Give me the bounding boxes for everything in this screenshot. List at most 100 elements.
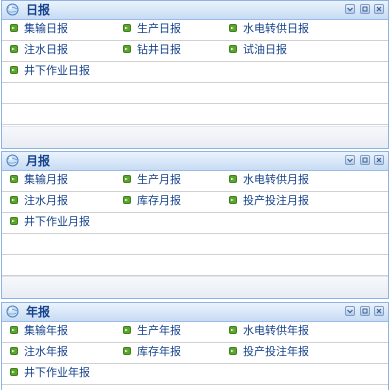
link-row: 注水月报 库存月报 投产投注月报 bbox=[2, 192, 388, 213]
empty-row bbox=[2, 104, 388, 125]
link-commissioning-monthly[interactable]: 投产投注月报 bbox=[229, 192, 309, 212]
green-arrow-bullet-icon bbox=[10, 217, 18, 225]
green-arrow-bullet-icon bbox=[10, 175, 18, 183]
link-jishu-annual[interactable]: 集输年报 bbox=[10, 322, 68, 342]
link-downhole-work-daily[interactable]: 井下作业日报 bbox=[10, 62, 90, 82]
link-label: 水电转供年报 bbox=[243, 324, 309, 337]
link-production-annual[interactable]: 生产年报 bbox=[123, 322, 181, 342]
green-arrow-bullet-icon bbox=[10, 196, 18, 204]
green-arrow-bullet-icon bbox=[10, 368, 18, 376]
close-icon[interactable] bbox=[374, 306, 384, 316]
green-arrow-bullet-icon bbox=[229, 24, 237, 32]
link-oil-test-daily[interactable]: 试油日报 bbox=[229, 41, 287, 61]
link-water-injection-monthly[interactable]: 注水月报 bbox=[10, 192, 68, 212]
green-arrow-bullet-icon bbox=[229, 175, 237, 183]
panel-tools bbox=[344, 4, 384, 15]
green-arrow-bullet-icon bbox=[229, 347, 237, 355]
link-water-injection-annual[interactable]: 注水年报 bbox=[10, 343, 68, 363]
globe-icon bbox=[6, 154, 19, 167]
green-arrow-bullet-icon bbox=[10, 326, 18, 334]
link-label: 投产投注年报 bbox=[243, 345, 309, 358]
link-inventory-monthly[interactable]: 库存月报 bbox=[123, 192, 181, 212]
link-label: 库存年报 bbox=[137, 345, 181, 358]
green-arrow-bullet-icon bbox=[10, 45, 18, 53]
empty-row bbox=[2, 83, 388, 104]
link-commissioning-annual[interactable]: 投产投注年报 bbox=[229, 343, 309, 363]
annual-report-panel: 年报 集输年报 生产年报 水电转供年报 注水年报 库存年报 投产投注年报 井下作… bbox=[1, 302, 389, 390]
panel-title: 年报 bbox=[26, 305, 51, 319]
green-arrow-bullet-icon bbox=[10, 347, 18, 355]
link-production-daily[interactable]: 生产日报 bbox=[123, 20, 181, 40]
link-label: 试油日报 bbox=[243, 43, 287, 56]
panel-title: 月报 bbox=[26, 154, 51, 168]
link-label: 库存月报 bbox=[137, 194, 181, 207]
link-inventory-annual[interactable]: 库存年报 bbox=[123, 343, 181, 363]
green-arrow-bullet-icon bbox=[123, 45, 131, 53]
link-label: 生产日报 bbox=[137, 22, 181, 35]
link-label: 集输日报 bbox=[24, 22, 68, 35]
link-row: 注水年报 库存年报 投产投注年报 bbox=[2, 343, 388, 364]
chevron-down-icon[interactable] bbox=[345, 155, 355, 165]
link-utility-transfer-annual[interactable]: 水电转供年报 bbox=[229, 322, 309, 342]
link-label: 井下作业年报 bbox=[24, 366, 90, 379]
link-label: 注水日报 bbox=[24, 43, 68, 56]
green-arrow-bullet-icon bbox=[229, 45, 237, 53]
green-arrow-bullet-icon bbox=[10, 24, 18, 32]
link-row: 井下作业日报 bbox=[2, 62, 388, 83]
green-arrow-bullet-icon bbox=[229, 196, 237, 204]
link-label: 注水月报 bbox=[24, 194, 68, 207]
link-label: 井下作业月报 bbox=[24, 215, 90, 228]
link-water-injection-daily[interactable]: 注水日报 bbox=[10, 41, 68, 61]
link-row: 集输月报 生产月报 水电转供月报 bbox=[2, 171, 388, 192]
globe-icon bbox=[6, 305, 19, 318]
link-label: 钻井日报 bbox=[137, 43, 181, 56]
restore-icon[interactable] bbox=[359, 306, 370, 316]
link-label: 水电转供日报 bbox=[243, 22, 309, 35]
panel-footer bbox=[2, 126, 388, 148]
link-label: 投产投注月报 bbox=[243, 194, 309, 207]
panel-header: 年报 bbox=[2, 303, 388, 322]
close-icon[interactable] bbox=[374, 4, 384, 14]
restore-icon[interactable] bbox=[359, 4, 370, 14]
link-row: 井下作业月报 bbox=[2, 213, 388, 234]
close-icon[interactable] bbox=[374, 155, 384, 165]
empty-row bbox=[2, 234, 388, 255]
link-label: 生产月报 bbox=[137, 173, 181, 186]
link-label: 生产年报 bbox=[137, 324, 181, 337]
daily-report-panel: 日报 集输日报 生产日报 水电转供日报 注水日报 钻井日报 试油日报 井下作业日… bbox=[1, 0, 389, 149]
link-downhole-work-monthly[interactable]: 井下作业月报 bbox=[10, 213, 90, 233]
link-row: 注水日报 钻井日报 试油日报 bbox=[2, 41, 388, 62]
restore-icon[interactable] bbox=[359, 155, 370, 165]
link-row: 集输日报 生产日报 水电转供日报 bbox=[2, 20, 388, 41]
panel-footer bbox=[2, 276, 388, 298]
link-production-monthly[interactable]: 生产月报 bbox=[123, 171, 181, 191]
chevron-down-icon[interactable] bbox=[345, 4, 355, 14]
green-arrow-bullet-icon bbox=[123, 24, 131, 32]
link-label: 集输年报 bbox=[24, 324, 68, 337]
link-downhole-work-annual[interactable]: 井下作业年报 bbox=[10, 364, 90, 384]
link-label: 注水年报 bbox=[24, 345, 68, 358]
link-utility-transfer-monthly[interactable]: 水电转供月报 bbox=[229, 171, 309, 191]
empty-row bbox=[2, 255, 388, 276]
panel-header: 月报 bbox=[2, 152, 388, 171]
link-jishu-daily[interactable]: 集输日报 bbox=[10, 20, 68, 40]
green-arrow-bullet-icon bbox=[123, 175, 131, 183]
green-arrow-bullet-icon bbox=[123, 326, 131, 334]
panel-tools bbox=[344, 155, 384, 166]
link-utility-transfer-daily[interactable]: 水电转供日报 bbox=[229, 20, 309, 40]
link-drilling-daily[interactable]: 钻井日报 bbox=[123, 41, 181, 61]
chevron-down-icon[interactable] bbox=[345, 306, 355, 316]
link-row: 井下作业年报 bbox=[2, 364, 388, 385]
link-jishu-monthly[interactable]: 集输月报 bbox=[10, 171, 68, 191]
panel-title: 日报 bbox=[26, 3, 51, 17]
green-arrow-bullet-icon bbox=[123, 196, 131, 204]
panel-header: 日报 bbox=[2, 1, 388, 20]
link-label: 集输月报 bbox=[24, 173, 68, 186]
link-row: 集输年报 生产年报 水电转供年报 bbox=[2, 322, 388, 343]
green-arrow-bullet-icon bbox=[229, 326, 237, 334]
green-arrow-bullet-icon bbox=[10, 66, 18, 74]
monthly-report-panel: 月报 集输月报 生产月报 水电转供月报 注水月报 库存月报 投产投注月报 井下作… bbox=[1, 151, 389, 299]
panel-tools bbox=[344, 306, 384, 317]
link-label: 井下作业日报 bbox=[24, 64, 90, 77]
globe-icon bbox=[6, 3, 19, 16]
